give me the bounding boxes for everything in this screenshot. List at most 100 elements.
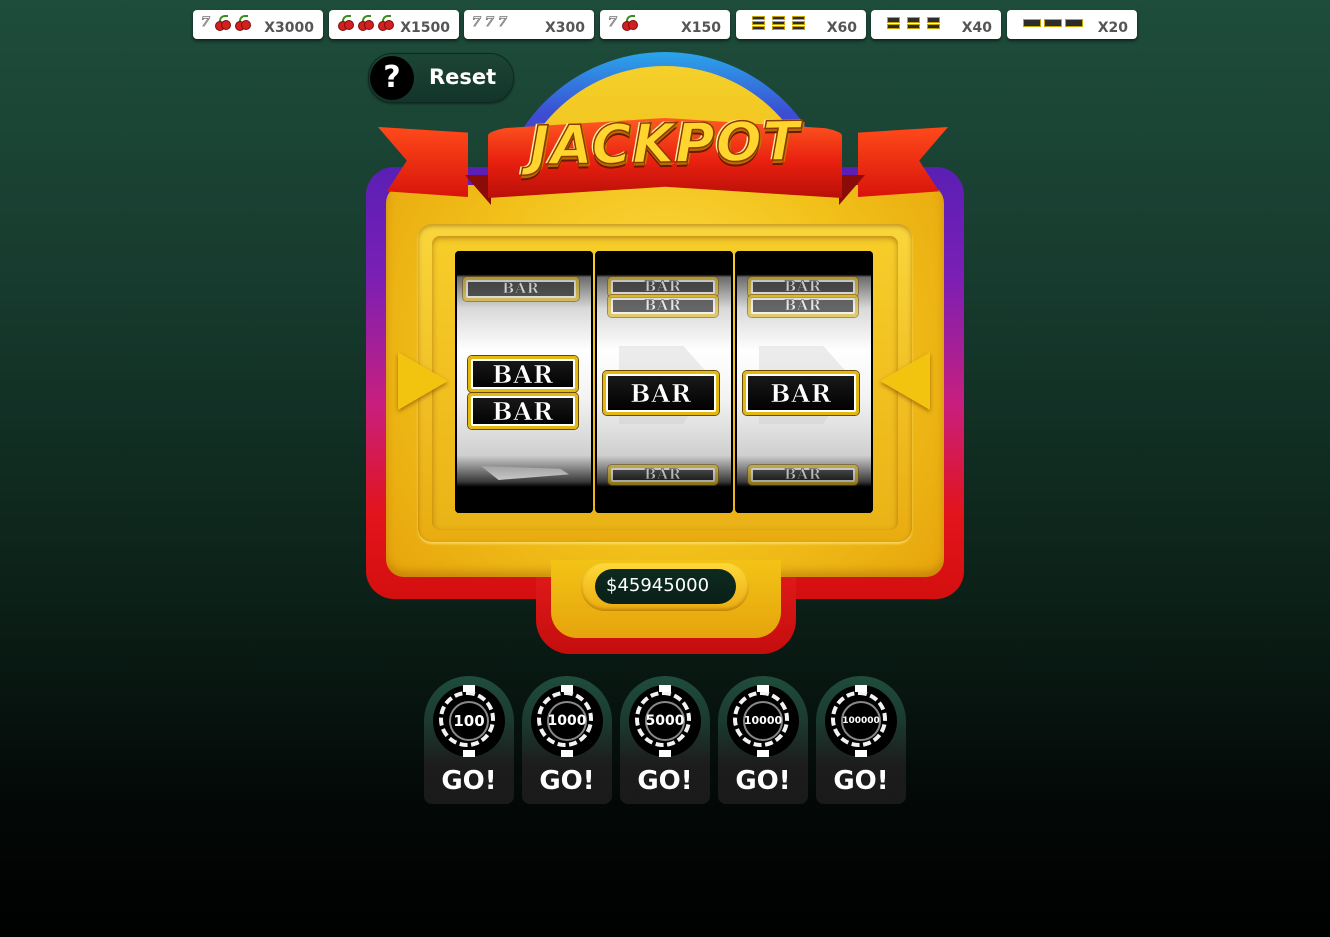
bar-text: BAR — [492, 359, 554, 389]
cherry-icon — [234, 15, 252, 31]
payout-symbols: 7 — [608, 15, 639, 31]
chip-notch — [659, 685, 671, 692]
chip-icon: 100000 — [825, 685, 897, 757]
payout-symbols — [887, 15, 940, 31]
chip-value: 100 — [453, 712, 485, 730]
payout-three-cherries: X1500 — [329, 10, 459, 39]
seven-icon: 7 — [485, 15, 495, 30]
bet-1000-go-button[interactable]: 1000 GO! — [522, 676, 612, 804]
bar-text: BAR — [644, 279, 682, 296]
single-bar-icon — [1023, 19, 1041, 27]
payout-multiplier: X150 — [680, 20, 721, 36]
single-bar-icon — [1065, 19, 1083, 27]
cherry-icon — [357, 15, 374, 31]
single-bar-symbol: BAR — [748, 465, 858, 485]
single-bar-icon — [1044, 19, 1062, 27]
bet-10000-go-button[interactable]: 10000 GO! — [718, 676, 808, 804]
reset-button[interactable]: ? Reset — [368, 53, 514, 103]
chip-notch — [463, 750, 475, 757]
go-label: GO! — [637, 766, 693, 796]
payout-symbols — [337, 15, 394, 31]
payout-multiplier: X60 — [826, 20, 857, 36]
double-bar-symbol-bottom: BAR — [468, 393, 578, 429]
triple-bar-icon — [772, 16, 785, 30]
go-label: GO! — [735, 766, 791, 796]
chip-icon: 1000 — [531, 685, 603, 757]
bar-text: BAR — [784, 467, 822, 484]
payout-three-double-bars: X40 — [871, 10, 1001, 39]
reel-1: BAR BAR BAR — [455, 251, 593, 513]
paytable: 7 X3000 X1500 7 7 7 X300 7 X150 X60 X40 … — [193, 10, 1137, 41]
jackpot-title: JACKPOT — [528, 109, 802, 178]
payout-symbols: 7 7 7 — [472, 15, 508, 31]
double-bar-symbol-bottom: BAR — [748, 295, 858, 317]
payout-symbols — [752, 15, 805, 31]
bar-text: BAR — [784, 279, 822, 296]
chip-value: 1000 — [547, 713, 587, 729]
chip-notch — [757, 750, 769, 757]
bet-5000-go-button[interactable]: 5000 GO! — [620, 676, 710, 804]
payout-seven-cherry: 7 X150 — [600, 10, 730, 39]
payout-multiplier: X300 — [544, 20, 585, 36]
triple-bar-icon — [792, 16, 805, 30]
chip-notch — [561, 750, 573, 757]
payout-three-triple-bars: X60 — [736, 10, 866, 39]
reel-2: BAR BAR BAR BAR — [595, 251, 733, 513]
chip-notch — [659, 750, 671, 757]
bet-100000-go-button[interactable]: 100000 GO! — [816, 676, 906, 804]
double-bar-symbol-top: BAR — [608, 277, 718, 297]
chip-notch — [855, 750, 867, 757]
payout-three-single-bars: X20 — [1007, 10, 1137, 39]
payline-left-arrow-icon — [398, 352, 448, 410]
payout-seven-cherry-cherry: 7 X3000 — [193, 10, 323, 39]
chip-notch — [463, 685, 475, 692]
reel-3: BAR BAR BAR BAR — [735, 251, 873, 513]
seven-icon: 7 — [498, 15, 508, 30]
payout-multiplier: X20 — [1097, 20, 1128, 36]
payout-symbols — [1023, 15, 1083, 31]
payout-multiplier: X1500 — [400, 20, 450, 36]
cherry-icon — [621, 15, 639, 31]
payout-symbols: 7 — [201, 15, 252, 31]
chip-value: 5000 — [645, 713, 685, 729]
payline-right-arrow-icon — [880, 352, 930, 410]
cherry-icon — [377, 15, 394, 31]
chip-notch — [757, 685, 769, 692]
chip-value: 10000 — [743, 714, 783, 727]
help-icon[interactable]: ? — [370, 56, 414, 100]
go-label: GO! — [833, 766, 889, 796]
bar-text: BAR — [630, 378, 692, 408]
seven-icon: 7 — [201, 15, 211, 30]
triple-bar-icon — [752, 16, 765, 30]
bar-text: BAR — [644, 298, 682, 315]
chip-value: 100000 — [842, 716, 880, 726]
ribbon-left-tail — [378, 127, 468, 197]
single-bar-symbol: BAR — [743, 371, 859, 415]
cherry-icon — [214, 15, 232, 31]
chip-notch — [855, 685, 867, 692]
payout-multiplier: X40 — [961, 20, 992, 36]
reset-label: Reset — [429, 65, 497, 89]
bet-buttons: 100 GO! 1000 GO! 5000 GO! 10000 GO! 1000… — [424, 676, 906, 806]
double-bar-icon — [927, 17, 940, 29]
payout-multiplier: X3000 — [264, 20, 314, 36]
payout-three-sevens: 7 7 7 X300 — [464, 10, 594, 39]
bar-text: BAR — [784, 298, 822, 315]
ribbon-right-tail — [858, 127, 948, 197]
bar-text: BAR — [492, 396, 554, 426]
single-bar-symbol: BAR — [608, 465, 718, 485]
single-bar-symbol: BAR — [603, 371, 719, 415]
bar-text: BAR — [644, 467, 682, 484]
chip-notch — [561, 685, 573, 692]
bet-100-go-button[interactable]: 100 GO! — [424, 676, 514, 804]
go-label: GO! — [441, 766, 497, 796]
chip-icon: 10000 — [727, 685, 799, 757]
double-bar-icon — [887, 17, 900, 29]
seven-icon: 7 — [608, 15, 618, 30]
seven-icon: 7 — [472, 15, 482, 30]
double-bar-symbol-top: BAR — [468, 356, 578, 392]
balance-amount: $45945000 — [606, 575, 710, 596]
go-label: GO! — [539, 766, 595, 796]
bar-text: BAR — [502, 281, 540, 298]
chip-icon: 5000 — [629, 685, 701, 757]
